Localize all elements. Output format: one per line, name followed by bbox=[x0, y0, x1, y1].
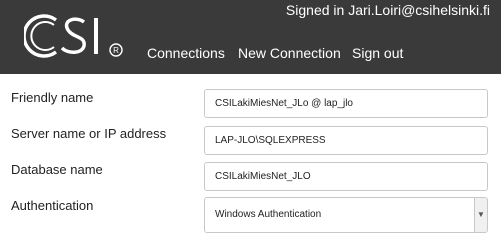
nav-sign-out[interactable]: Sign out bbox=[352, 45, 403, 61]
nav-connections[interactable]: Connections bbox=[147, 45, 225, 61]
friendly-name-input[interactable]: CSILakiMiesNet_JLo @ lap_jlo bbox=[204, 89, 488, 118]
server-name-input[interactable]: LAP-JLO\SQLEXPRESS bbox=[204, 126, 488, 155]
csi-logo[interactable]: R bbox=[22, 8, 128, 64]
app-header: R Signed in Jari.Loiri@csihelsinki.fi Co… bbox=[0, 0, 501, 74]
svg-text:R: R bbox=[113, 46, 119, 55]
nav-new-connection[interactable]: New Connection bbox=[238, 45, 341, 61]
server-name-label: Server name or IP address bbox=[11, 126, 167, 141]
chevron-down-icon[interactable]: ▼ bbox=[474, 198, 487, 232]
signed-in-user: Signed in Jari.Loiri@csihelsinki.fi bbox=[285, 2, 490, 18]
csi-logo-icon: R bbox=[22, 14, 123, 58]
database-name-input[interactable]: CSILakiMiesNet_JLO bbox=[204, 162, 488, 191]
database-name-label: Database name bbox=[11, 162, 103, 177]
friendly-name-label: Friendly name bbox=[11, 90, 94, 105]
authentication-label: Authentication bbox=[11, 198, 94, 213]
authentication-value: Windows Authentication bbox=[215, 209, 322, 220]
authentication-select[interactable]: Windows Authentication ▼ bbox=[204, 197, 488, 233]
